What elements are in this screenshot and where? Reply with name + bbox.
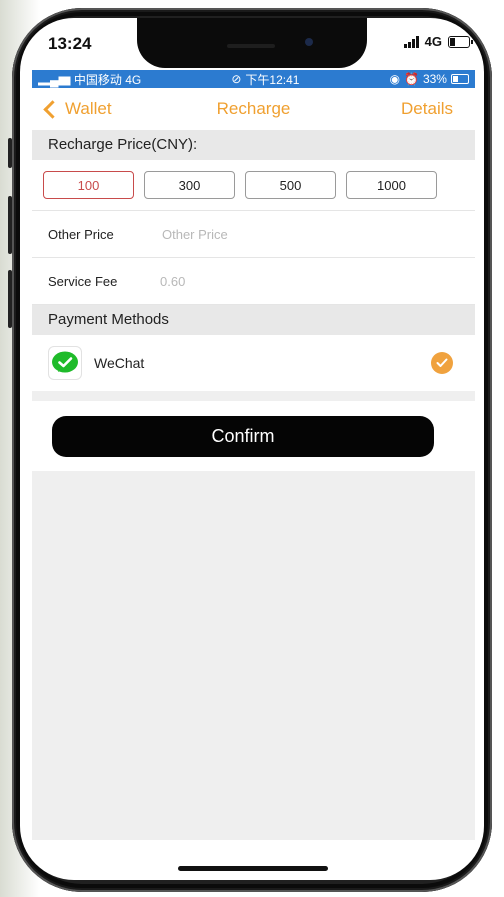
- mute-switch: [8, 138, 12, 168]
- alarm-icon: ⏰: [404, 72, 419, 86]
- recharge-price-header: Recharge Price(CNY):: [32, 130, 475, 160]
- battery-icon: [448, 35, 473, 48]
- check-circle-icon[interactable]: [431, 352, 453, 374]
- price-option-300[interactable]: 300: [144, 171, 235, 199]
- mini-battery-icon: [450, 74, 469, 84]
- system-time: 13:24: [48, 34, 92, 53]
- payment-method-name: WeChat: [94, 355, 145, 371]
- other-price-label: Other Price: [48, 226, 114, 242]
- details-button[interactable]: Details: [401, 99, 453, 119]
- front-camera: [305, 38, 313, 46]
- other-price-input[interactable]: [160, 225, 364, 243]
- speaker-grille: [227, 44, 275, 48]
- inner-time: 下午12:41: [245, 72, 300, 87]
- carrier-name: 中国移动: [73, 72, 122, 87]
- service-fee-label: Service Fee: [48, 273, 118, 289]
- price-option-100[interactable]: 100: [43, 171, 134, 199]
- inner-time-group: ⊘ 下午12:41: [231, 71, 299, 88]
- price-options: 100 300 500 1000: [32, 160, 475, 211]
- inner-status-right: ◉ ⏰ 33%: [390, 72, 469, 86]
- home-indicator[interactable]: [178, 866, 328, 871]
- payment-methods-header: Payment Methods: [32, 305, 475, 335]
- notch: [137, 18, 367, 68]
- link-icon: ⊘: [231, 72, 242, 86]
- signal-icon: [403, 35, 419, 48]
- location-icon: ◉: [389, 72, 400, 86]
- price-option-500[interactable]: 500: [245, 171, 336, 199]
- price-option-1000[interactable]: 1000: [346, 171, 437, 199]
- system-network: 4G: [424, 34, 442, 49]
- confirm-section: Confirm: [32, 401, 475, 471]
- signal-bars-icon: ▂▄▆: [38, 72, 71, 87]
- inner-network: 4G: [125, 72, 142, 87]
- volume-down-button: [8, 270, 12, 328]
- service-fee-row: Service Fee 0.60: [32, 258, 475, 305]
- service-fee-value: 0.60: [160, 273, 186, 289]
- battery-percent: 33%: [422, 72, 447, 86]
- carrier-info: ▂▄▆ 中国移动 4G: [38, 71, 141, 88]
- app-screen: ▂▄▆ 中国移动 4G ⊘ 下午12:41 ◉ ⏰ 33% Wallet Rec…: [32, 70, 475, 840]
- confirm-button[interactable]: Confirm: [52, 416, 434, 457]
- volume-up-button: [8, 196, 12, 254]
- inner-status-bar: ▂▄▆ 中国移动 4G ⊘ 下午12:41 ◉ ⏰ 33%: [32, 70, 475, 88]
- wechat-icon: [48, 346, 82, 380]
- other-price-row: Other Price: [32, 211, 475, 258]
- navigation-bar: Wallet Recharge Details: [32, 88, 475, 130]
- system-status: 4G: [403, 34, 473, 49]
- payment-method-wechat[interactable]: WeChat: [32, 335, 475, 391]
